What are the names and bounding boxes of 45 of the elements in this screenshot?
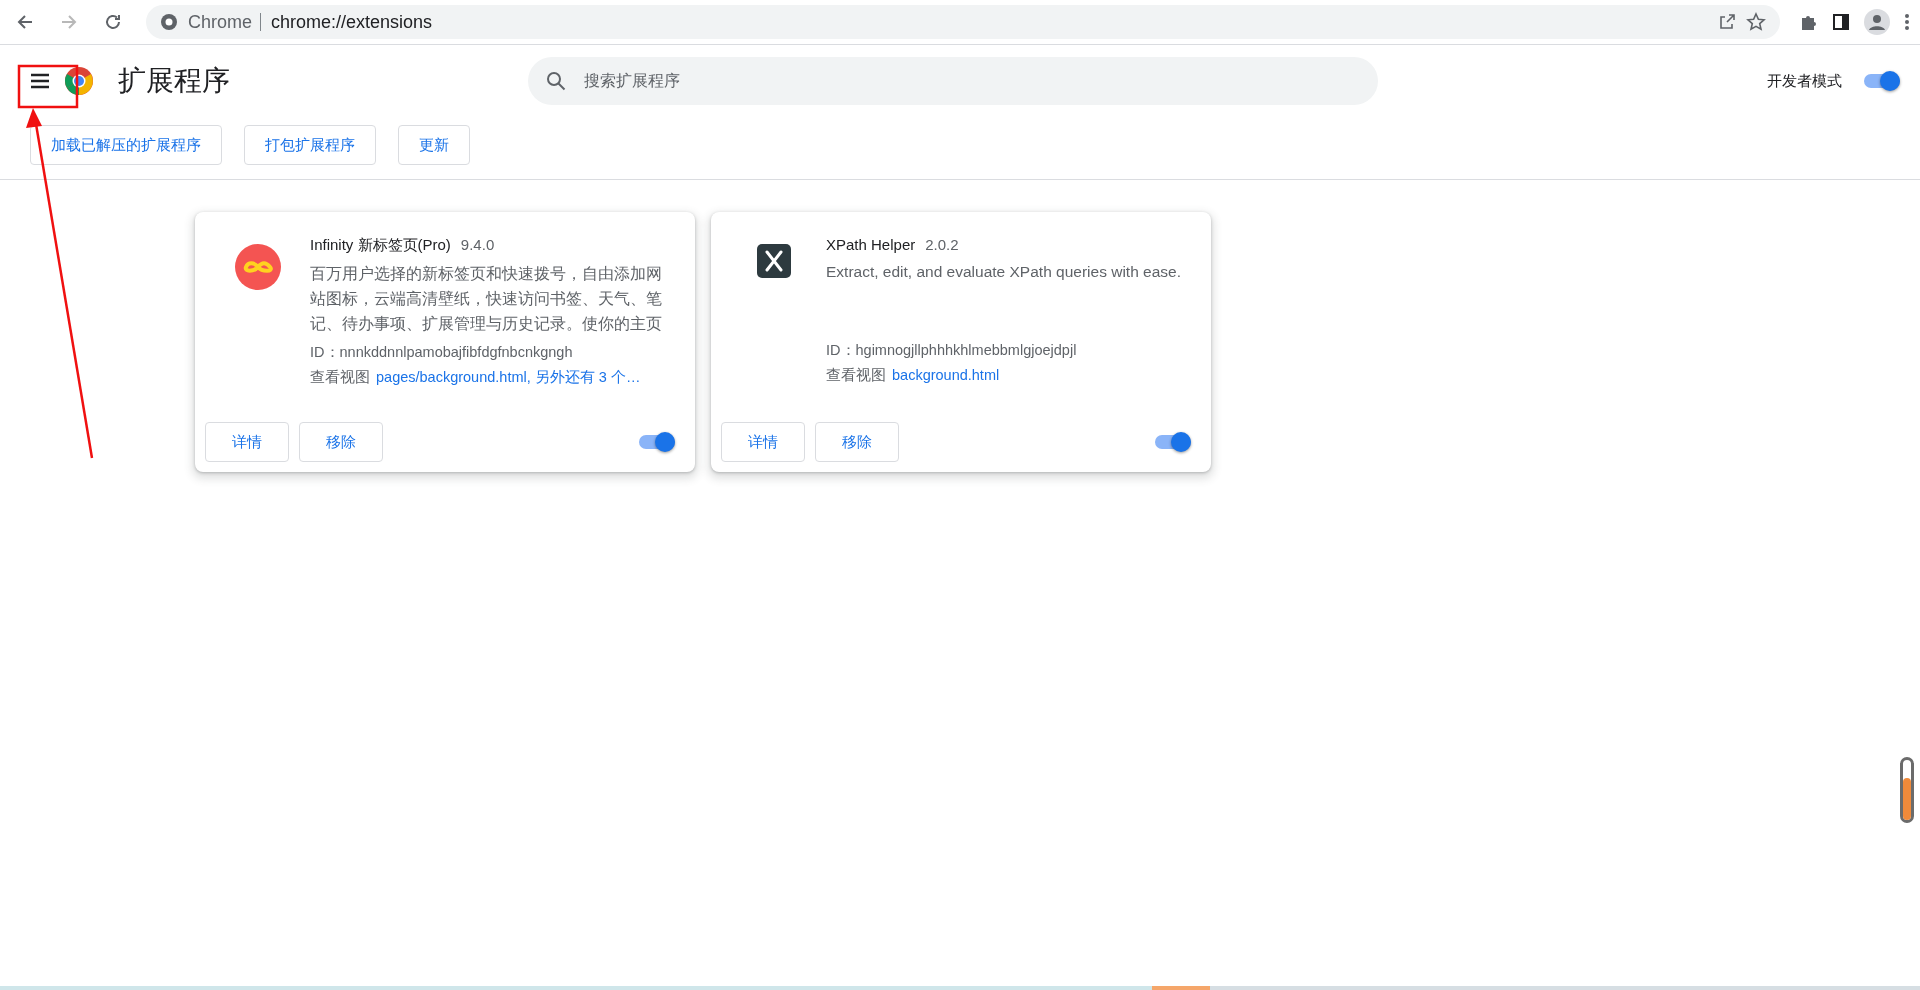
level-meter [1900,757,1914,823]
site-label: Chrome [188,13,262,31]
action-button[interactable]: 打包扩展程序 [244,125,376,165]
extension-description: 百万用户选择的新标签页和快速拨号，自由添加网站图标，云端高清壁纸，快速访问书签、天气、笔记、待办事项、扩展管理与历史记录。使你的主页 [310,264,663,334]
extension-name: Infinity 新标签页(Pro) [310,236,451,255]
remove-button[interactable]: 移除 [299,422,383,462]
share-icon[interactable] [1718,13,1736,31]
chrome-logo-icon [160,13,178,31]
toggle-switch[interactable] [1864,74,1900,88]
search-icon [546,71,566,91]
remove-button[interactable]: 移除 [815,422,899,462]
views-link[interactable]: pages/background.html, 另外还有 3 个… [376,365,641,390]
reload-icon [104,13,122,31]
more-icon[interactable] [1904,13,1910,31]
dev-mode-label: 开发者模式 [1767,71,1842,91]
page-title: 扩展程序 [118,64,231,98]
extension-id: ID：hgimnogjllphhhkhlmebbmlgjoejdpjl [826,341,1078,360]
chrome-logo-icon [64,66,94,96]
extension-id: ID：nnnkddnnlpamobajfibfdgfnbcnkgngh [310,343,574,362]
details-button[interactable]: 详情 [721,422,805,462]
action-button[interactable]: 更新 [398,125,470,165]
details-button[interactable]: 详情 [205,422,289,462]
search-field[interactable]: 搜索扩展程序 [528,57,1378,105]
url-text: chrome://extensions [271,11,434,33]
forward-arrow-icon [60,13,78,31]
extension-version: 2.0.2 [925,236,959,253]
star-icon[interactable] [1746,12,1766,32]
views-link[interactable]: background.html [892,363,1000,388]
extension-description: Extract, edit, and evaluate XPath queries with ease. [826,262,1182,282]
avatar-icon[interactable] [1864,9,1890,35]
toggle-switch[interactable] [639,435,675,449]
back-arrow-icon [16,13,34,31]
toggle-switch[interactable] [1155,435,1191,449]
extension-name: XPath Helper [826,236,916,253]
infinity-icon [234,244,281,290]
extension-version: 9.4.0 [460,236,495,253]
action-button[interactable]: 加载已解压的扩展程序 [30,125,222,165]
side-panel-icon[interactable] [1832,13,1850,31]
highlight-frame [17,64,79,109]
puzzle-icon[interactable] [1800,13,1818,31]
views-label: 查看视图 [310,368,370,387]
address-bar[interactable]: Chrome chrome://extensions [146,5,1780,39]
menu-icon [30,73,50,89]
x-letter-icon [756,244,791,278]
views-label: 查看视图 [826,366,886,385]
